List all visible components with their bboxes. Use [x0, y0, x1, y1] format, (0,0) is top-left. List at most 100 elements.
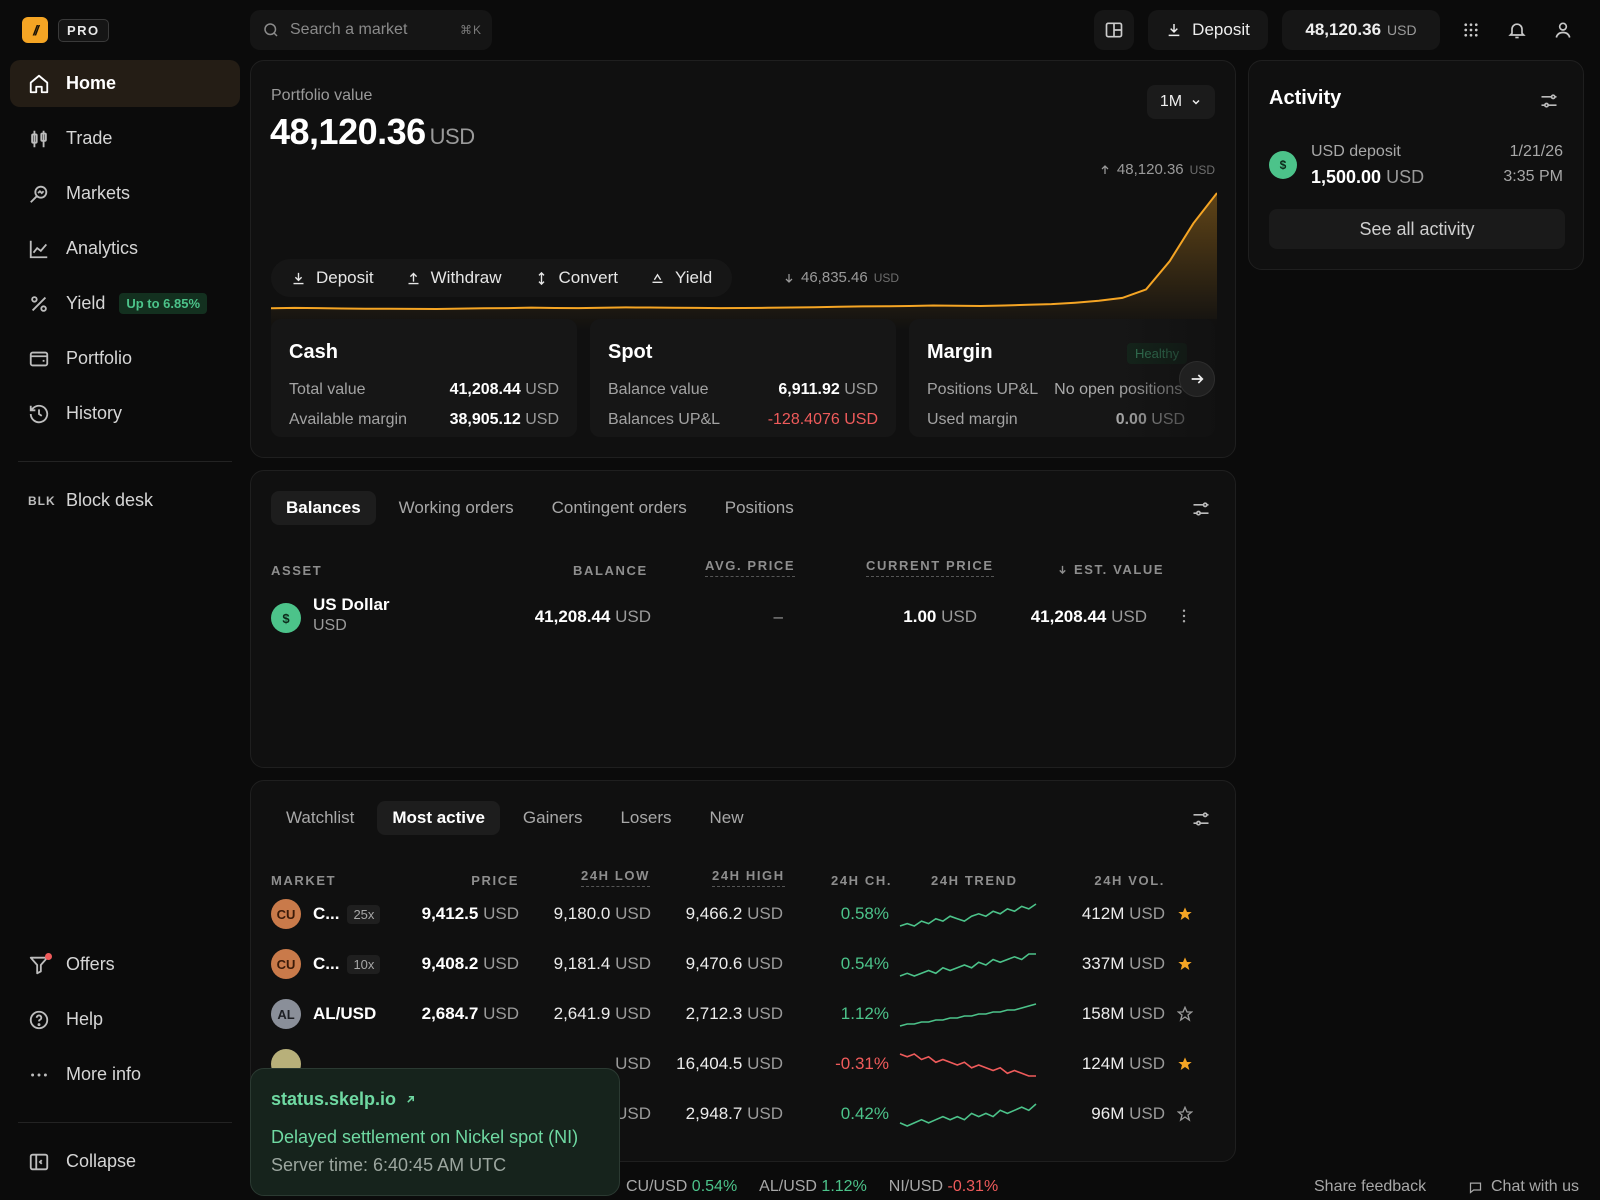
portfolio-panel: Portfolio value 48,120.36 USD 1M 48,120.3…	[250, 60, 1236, 458]
nav-divider	[18, 461, 232, 462]
nav-item-history[interactable]: History	[10, 390, 240, 437]
nav-item-help[interactable]: Help	[10, 996, 240, 1043]
wallet-icon	[28, 348, 50, 370]
tab-watchlist[interactable]: Watchlist	[271, 801, 369, 835]
deposit-action[interactable]: Deposit	[291, 268, 374, 288]
activity-time: 3:35 PM	[1503, 168, 1563, 185]
col-24h-change[interactable]: 24H CH.	[831, 873, 892, 888]
nav-item-home[interactable]: Home	[10, 60, 240, 107]
sort-down-icon	[1057, 564, 1068, 575]
nav-item-label: Block desk	[66, 490, 154, 510]
market-24h-high: 9,466.2 USD	[685, 904, 783, 923]
deposit-label: Deposit	[1192, 20, 1250, 39]
search-input[interactable]	[290, 21, 450, 39]
sliders-icon[interactable]	[1191, 809, 1211, 829]
share-feedback-link[interactable]: Share feedback	[1314, 1178, 1426, 1196]
arrow-right-icon	[1189, 371, 1205, 387]
col-24h-low[interactable]: 24H LOW	[581, 868, 650, 887]
ticker-item[interactable]: AL/USD 1.12%	[759, 1178, 867, 1196]
col-market[interactable]: MARKET	[271, 873, 336, 888]
market-24h-change: 0.54%	[840, 954, 889, 973]
nav-item-markets[interactable]: Markets	[10, 170, 240, 217]
collapse-sidebar-button[interactable]: Collapse	[10, 1138, 240, 1185]
apps-grid-icon[interactable]	[1458, 17, 1484, 43]
market-price: 2,684.7 USD	[421, 1004, 519, 1023]
col-avg-price[interactable]: AVG. PRICE	[705, 558, 796, 577]
tab-new[interactable]: New	[694, 801, 758, 835]
market-24h-high: 2,712.3 USD	[685, 1004, 783, 1023]
server-time: Server time: 6:40:45 AM UTC	[271, 1155, 507, 1175]
nav-item-portfolio[interactable]: Portfolio	[10, 335, 240, 382]
market-trend-sparkline	[899, 953, 1036, 977]
market-trend-sparkline	[899, 1103, 1037, 1127]
market-24h-change: 0.58%	[840, 904, 889, 923]
nav-item-trade[interactable]: Trade	[10, 115, 240, 162]
nav-item-analytics[interactable]: Analytics	[10, 225, 240, 272]
user-icon[interactable]	[1550, 17, 1576, 43]
bell-icon[interactable]	[1504, 17, 1530, 43]
card-title: Cash	[289, 341, 338, 363]
sparkline-path	[899, 1053, 1036, 1077]
margin-card[interactable]: Margin Healthy Positions UP&L No open pos…	[909, 319, 1215, 437]
status-link[interactable]: status.skelp.io	[271, 1089, 417, 1110]
asset-est-value: 41,208.44 USD	[1030, 607, 1147, 626]
range-select[interactable]: 1M	[1147, 85, 1215, 119]
market-24h-volume: 158M USD	[1081, 1004, 1165, 1023]
offers-icon	[28, 952, 52, 976]
tab-positions[interactable]: Positions	[710, 491, 809, 525]
star-outline-icon[interactable]	[1177, 1106, 1193, 1122]
sliders-icon[interactable]	[1539, 91, 1559, 111]
chart-line-icon	[28, 238, 50, 260]
deposit-button[interactable]: Deposit	[1148, 10, 1268, 50]
chart-high: 48,120.36 USD	[1099, 161, 1215, 178]
portfolio-actions: Deposit Withdraw Convert Yield	[271, 259, 733, 297]
col-asset[interactable]: ASSET	[271, 563, 322, 578]
activity-amount: 1,500.00 USD	[1311, 167, 1425, 187]
col-current-price[interactable]: CURRENT PRICE	[866, 558, 994, 577]
star-filled-icon[interactable]	[1177, 906, 1193, 922]
next-cards-button[interactable]	[1179, 361, 1215, 397]
chat-with-us-link[interactable]: Chat with us	[1468, 1178, 1579, 1196]
nav-item-more-info[interactable]: More info	[10, 1051, 240, 1098]
nav-item-offers[interactable]: Offers	[10, 941, 240, 988]
star-filled-icon[interactable]	[1177, 1056, 1193, 1072]
see-all-activity-button[interactable]: See all activity	[1269, 209, 1565, 249]
layout-toggle-button[interactable]	[1094, 10, 1134, 50]
convert-action[interactable]: Convert	[534, 268, 618, 288]
tab-gainers[interactable]: Gainers	[508, 801, 598, 835]
arrow-up-icon	[1099, 164, 1111, 176]
spot-card[interactable]: Spot Balance value 6,911.92 USD Balances …	[590, 319, 896, 437]
nav-item-label: History	[66, 403, 123, 423]
star-filled-icon[interactable]	[1177, 956, 1193, 972]
market-24h-low: 2,641.9 USD	[553, 1004, 651, 1023]
col-est-value[interactable]: EST. VALUE	[1057, 562, 1164, 577]
tab-working-orders[interactable]: Working orders	[384, 491, 529, 525]
col-24h-high[interactable]: 24H HIGH	[712, 868, 785, 887]
tab-contingent-orders[interactable]: Contingent orders	[537, 491, 702, 525]
withdraw-action[interactable]: Withdraw	[406, 268, 502, 288]
balance-button[interactable]: 48,120.36 USD	[1282, 10, 1440, 50]
ticker-item[interactable]: CU/USD 0.54%	[626, 1178, 737, 1196]
ticker-item[interactable]: NI/USD -0.31%	[889, 1178, 998, 1196]
col-price[interactable]: PRICE	[451, 873, 519, 888]
cash-card[interactable]: Cash Total value 41,208.44 USD Available …	[271, 319, 577, 437]
market-24h-change: 1.12%	[840, 1004, 889, 1023]
tab-most-active[interactable]: Most active	[377, 801, 500, 835]
col-24h-volume[interactable]: 24H VOL.	[1085, 873, 1165, 888]
sliders-icon[interactable]	[1191, 499, 1211, 519]
star-outline-icon[interactable]	[1177, 1006, 1193, 1022]
tab-losers[interactable]: Losers	[605, 801, 686, 835]
brand[interactable]: // PRO	[22, 17, 109, 43]
yield-action[interactable]: Yield	[650, 268, 712, 288]
market-search[interactable]: ⌘K	[250, 10, 492, 50]
market-coin-icon: CU	[271, 899, 301, 929]
help-icon	[28, 1009, 50, 1031]
activity-date: 1/21/26	[1509, 143, 1563, 160]
notification-dot	[45, 952, 52, 960]
market-name: C... 25x	[313, 904, 381, 925]
row-menu-icon[interactable]	[1175, 607, 1193, 625]
nav-item-block-desk[interactable]: BLK Block desk	[10, 477, 240, 524]
nav-item-yield[interactable]: Yield Up to 6.85%	[10, 280, 240, 327]
tab-balances[interactable]: Balances	[271, 491, 376, 525]
col-balance[interactable]: BALANCE	[573, 563, 646, 578]
